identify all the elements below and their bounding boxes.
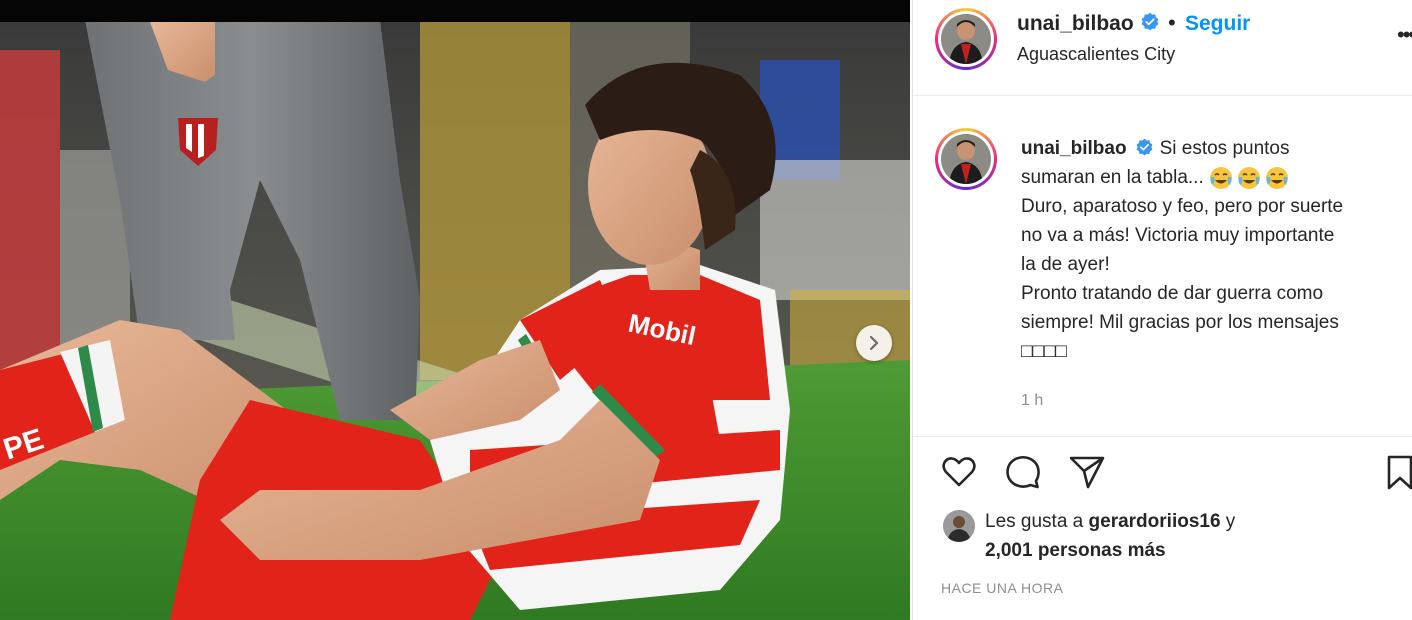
liker-username[interactable]: gerardoriios16 [1089, 511, 1221, 532]
caption-text-line: Si estos puntos [1159, 138, 1290, 159]
header-separator: • [1168, 10, 1176, 35]
share-button[interactable] [1067, 452, 1107, 492]
carousel-next-button[interactable] [856, 325, 892, 361]
follow-button[interactable]: Seguir [1185, 12, 1250, 36]
post-photo[interactable]: Mobil PE [0, 0, 910, 620]
chevron-right-icon [869, 336, 879, 350]
avatar-image [943, 510, 975, 542]
caption-avatar[interactable] [935, 128, 997, 190]
caption-text-line: □□□□ [1021, 341, 1067, 363]
caption-timestamp[interactable]: 1 h [1021, 392, 1043, 410]
likes-count[interactable]: 2,001 personas más [985, 540, 1166, 562]
comment-button[interactable] [1003, 452, 1043, 492]
heart-icon [942, 457, 976, 487]
caption-username[interactable]: unai_bilbao [1021, 138, 1127, 159]
likes-summary: Les gusta a gerardoriios16 y [985, 511, 1235, 533]
likes-prefix: Les gusta a [985, 511, 1089, 532]
photo-top-bar [0, 0, 910, 22]
avatar-image [941, 134, 991, 184]
caption-text-line: siempre! Mil gracias por los mensajes [1021, 312, 1339, 334]
username-link[interactable]: unai_bilbao [1017, 12, 1134, 35]
crying-laughing-emoji-icon [1210, 167, 1232, 190]
photo-image: Mobil PE [0, 20, 910, 620]
more-options-icon[interactable]: ••• [1397, 22, 1412, 48]
comment-icon [1006, 455, 1040, 489]
caption-text-line: la de ayer! [1021, 254, 1110, 276]
post-location[interactable]: Aguascalientes City [1017, 44, 1175, 65]
avatar-image [941, 14, 991, 64]
caption-text-line: no va a más! Victoria muy importante [1021, 225, 1335, 247]
caption-text-line: sumaran en la tabla... [1021, 167, 1204, 188]
verified-badge-icon [1141, 13, 1158, 31]
verified-badge-icon [1136, 138, 1152, 156]
post-header: unai_bilbao • Seguir Aguascalientes City… [913, 0, 1412, 96]
caption-text-line: Duro, aparatoso y feo, pero por suerte [1021, 196, 1344, 218]
avatar[interactable] [935, 8, 997, 70]
save-button[interactable] [1385, 452, 1412, 492]
liker-avatar[interactable] [943, 510, 975, 542]
likes-suffix: y [1220, 511, 1236, 532]
bookmark-icon [1387, 455, 1412, 490]
emoji-group [1209, 163, 1293, 192]
post-caption: unai_bilbao Si estos puntos sumaran en la… [1021, 134, 1401, 366]
caption-text-line: Pronto tratando de dar guerra como [1021, 283, 1324, 305]
post-sidebar: unai_bilbao • Seguir Aguascalientes City… [912, 0, 1412, 620]
crying-laughing-emoji-icon [1266, 167, 1288, 190]
post-age[interactable]: HACE UNA HORA [941, 580, 1063, 596]
crying-laughing-emoji-icon [1238, 167, 1260, 190]
like-button[interactable] [939, 452, 979, 492]
divider [913, 436, 1412, 437]
post-username[interactable]: unai_bilbao [1017, 12, 1160, 36]
paper-plane-icon [1069, 456, 1105, 489]
